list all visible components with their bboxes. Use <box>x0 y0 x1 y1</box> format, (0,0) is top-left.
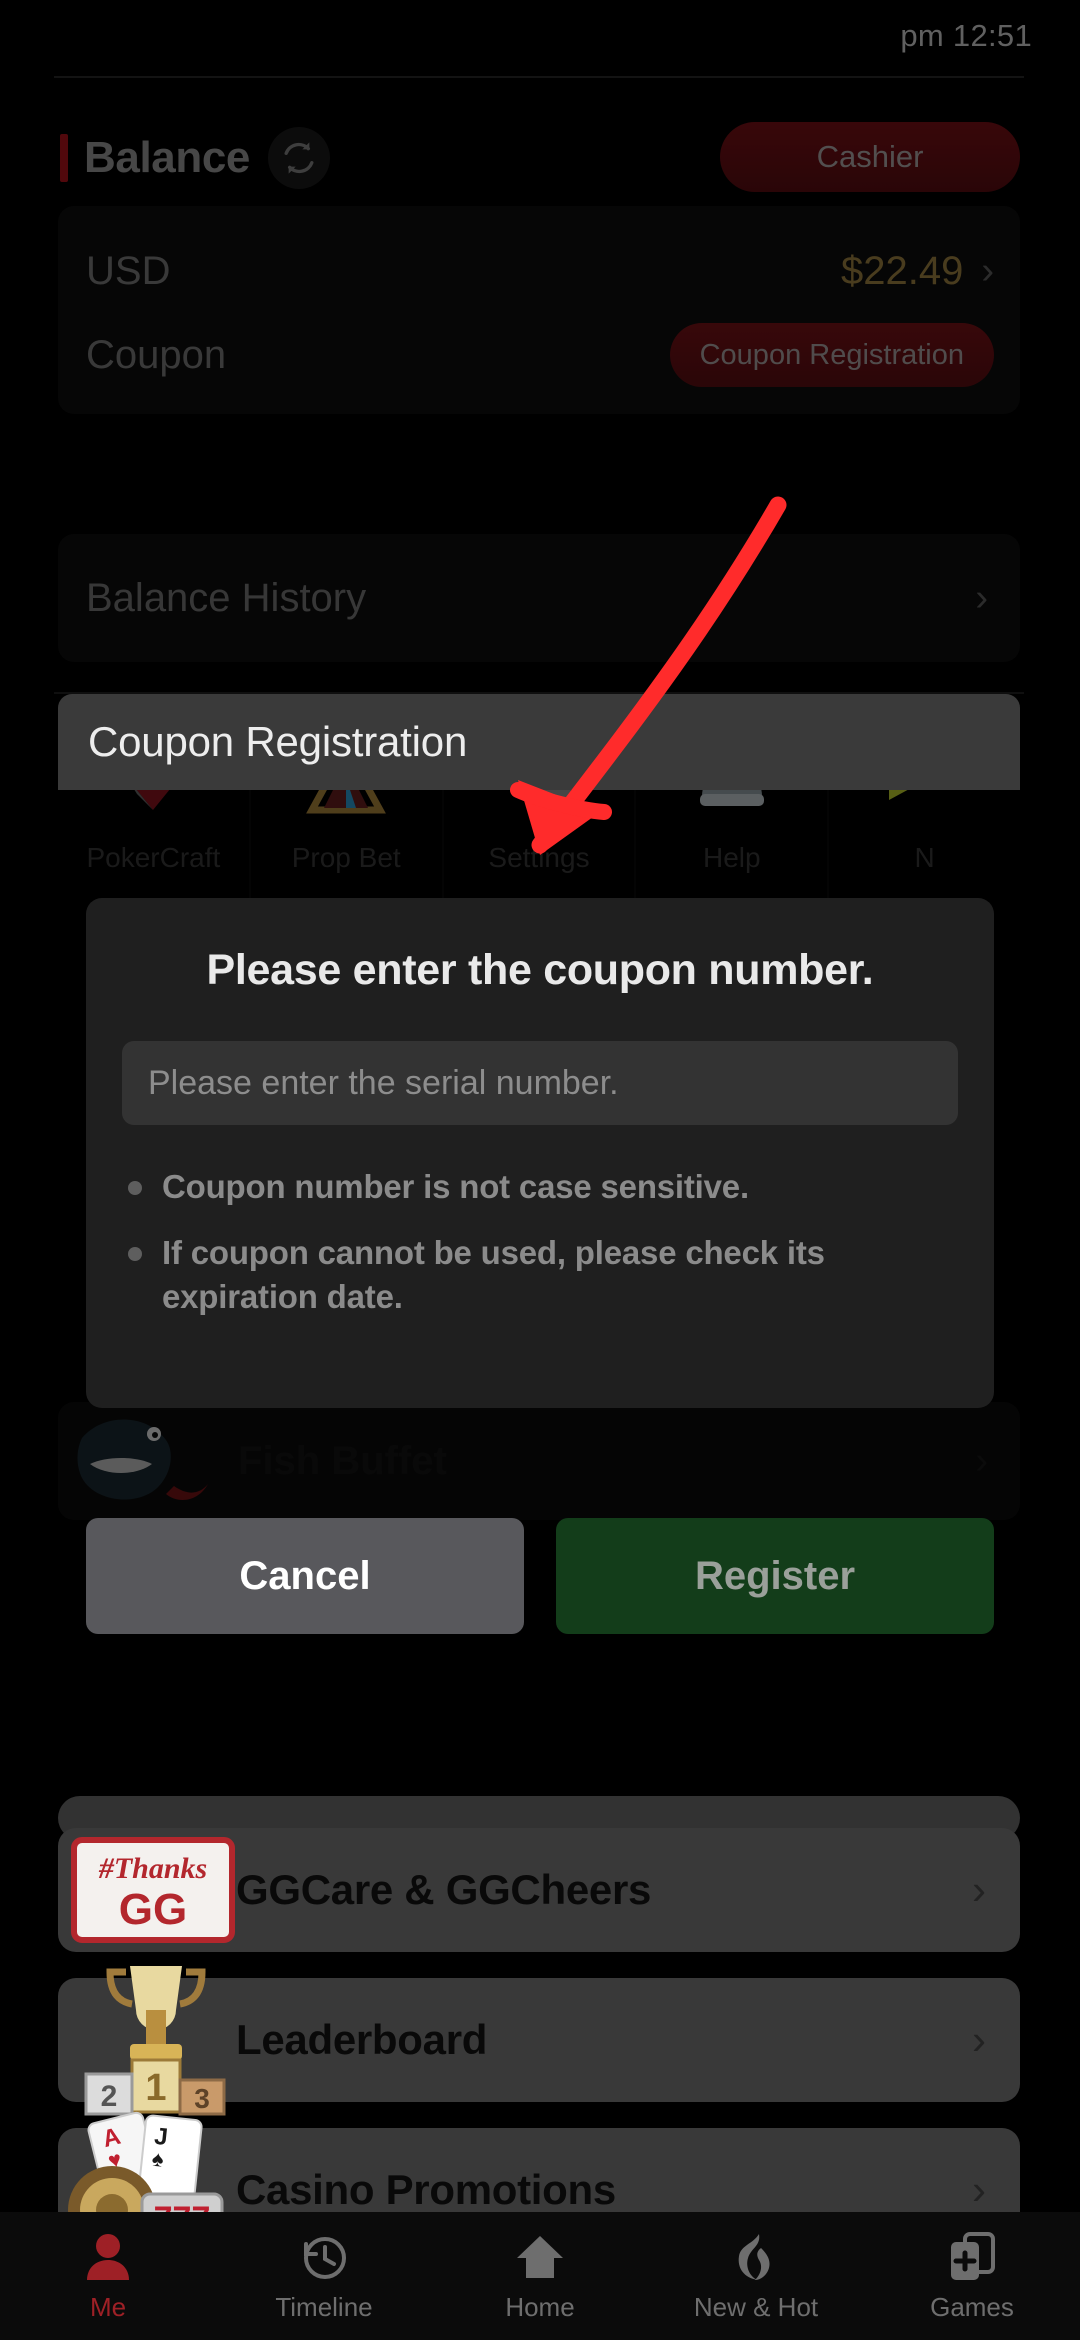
bullet-icon <box>128 1181 142 1195</box>
refresh-button[interactable] <box>267 127 330 189</box>
shortcut-label: Settings <box>488 842 590 873</box>
bottom-navigation: Me Timeline Home New & Hot Games <box>0 2212 1080 2340</box>
note-item: If coupon cannot be used, please check i… <box>122 1231 958 1319</box>
nav-item-new-and-hot[interactable]: New & Hot <box>648 2230 864 2323</box>
nav-label: Games <box>930 2291 1014 2322</box>
nav-item-home[interactable]: Home <box>432 2230 648 2323</box>
menu-row-label: Fish Buffet <box>238 1438 447 1483</box>
nav-label: Me <box>89 2291 127 2322</box>
shortcut-label: N <box>914 842 935 873</box>
home-icon <box>513 2230 567 2284</box>
status-clock: pm 12:51 <box>900 18 1032 53</box>
thanks-gg-stamp-icon: #Thanks GG <box>56 1806 256 1968</box>
svg-text:1: 1 <box>145 2067 166 2109</box>
serial-number-input[interactable] <box>122 1041 958 1125</box>
status-divider <box>54 76 1024 78</box>
balance-history-label: Balance History <box>86 575 367 620</box>
chevron-right-icon: › <box>972 2166 986 2213</box>
note-item: Coupon number is not case sensitive. <box>122 1165 958 1209</box>
menu-row-label: Casino Promotions <box>236 2166 616 2213</box>
person-icon <box>81 2230 135 2284</box>
cancel-button[interactable]: Cancel <box>86 1518 524 1634</box>
flame-icon <box>729 2230 783 2284</box>
menu-row-ggcare[interactable]: #Thanks GG GGCare & GGCheers › <box>58 1828 1020 1952</box>
chevron-right-icon: › <box>981 250 994 292</box>
usd-label: USD <box>86 248 171 293</box>
status-bar: pm 12:51 <box>0 0 1080 72</box>
note-text: If coupon cannot be used, please check i… <box>162 1233 825 1315</box>
register-button[interactable]: Register <box>556 1518 994 1634</box>
coupon-registration-button[interactable]: Coupon Registration <box>669 323 994 387</box>
nav-item-me[interactable]: Me <box>0 2230 216 2323</box>
page-title: Balance <box>84 133 250 182</box>
shortcut-label: PokerCraft <box>86 842 221 873</box>
note-text: Coupon number is not case sensitive. <box>162 1168 749 1205</box>
nav-item-timeline[interactable]: Timeline <box>216 2230 432 2323</box>
svg-text:GG: GG <box>119 1885 187 1934</box>
balance-history-row[interactable]: Balance History › <box>58 534 1020 662</box>
nav-item-games[interactable]: Games <box>864 2230 1080 2323</box>
svg-text:#Thanks: #Thanks <box>98 1852 207 1885</box>
balance-row-usd[interactable]: USD $22.49 › <box>58 234 1020 308</box>
cashier-button[interactable]: Cashier <box>720 122 1020 192</box>
dialog-actions: Cancel Register <box>86 1518 994 1634</box>
nav-label: Timeline <box>275 2291 373 2322</box>
menu-row-leaderboard[interactable]: 1 2 3 Leaderboard › <box>58 1966 1020 2116</box>
refresh-icon <box>284 142 314 174</box>
menu-row-label: Leaderboard <box>236 2016 488 2063</box>
dialog-title: Please enter the coupon number. <box>206 946 874 994</box>
balance-row-coupon: Coupon Coupon Registration <box>58 318 1020 392</box>
trophy-podium-icon: 1 2 3 <box>56 1956 256 2118</box>
chevron-right-icon: › <box>975 577 988 619</box>
balance-card: USD $22.49 › Coupon Coupon Registration <box>58 206 1020 414</box>
coupon-label: Coupon <box>86 332 227 377</box>
header-accent-bar <box>60 134 68 182</box>
shortcut-label: Prop Bet <box>291 842 401 873</box>
shark-icon <box>54 1386 244 1536</box>
menu-row-label: GGCare & GGCheers <box>236 1866 652 1913</box>
clock-history-icon <box>297 2230 351 2284</box>
usd-value-group: $22.49 › <box>841 249 994 294</box>
menu-row-fish-buffet[interactable]: Fish Buffet › <box>58 1402 1020 1520</box>
modal-title: Coupon Registration <box>88 718 468 765</box>
app-screen: pm 12:51 Balance Cashier USD $22.49 › Co… <box>0 0 1080 2340</box>
usd-amount: $22.49 <box>841 248 964 293</box>
dialog-notes: Coupon number is not case sensitive. If … <box>122 1165 958 1319</box>
shortcut-label: Help <box>702 842 761 873</box>
nav-label: New & Hot <box>693 2291 819 2322</box>
chevron-right-icon: › <box>972 2016 986 2063</box>
coupon-action-group: Coupon Registration <box>669 323 994 387</box>
cards-plus-icon <box>945 2230 999 2284</box>
chevron-right-icon: › <box>975 1440 988 1482</box>
coupon-registration-sheet-header: Coupon Registration <box>58 694 1020 790</box>
bullet-icon <box>128 1246 142 1261</box>
coupon-dialog: Please enter the coupon number. Coupon n… <box>86 898 994 1408</box>
chevron-right-icon: › <box>972 1866 986 1913</box>
nav-label: Home <box>505 2291 575 2322</box>
